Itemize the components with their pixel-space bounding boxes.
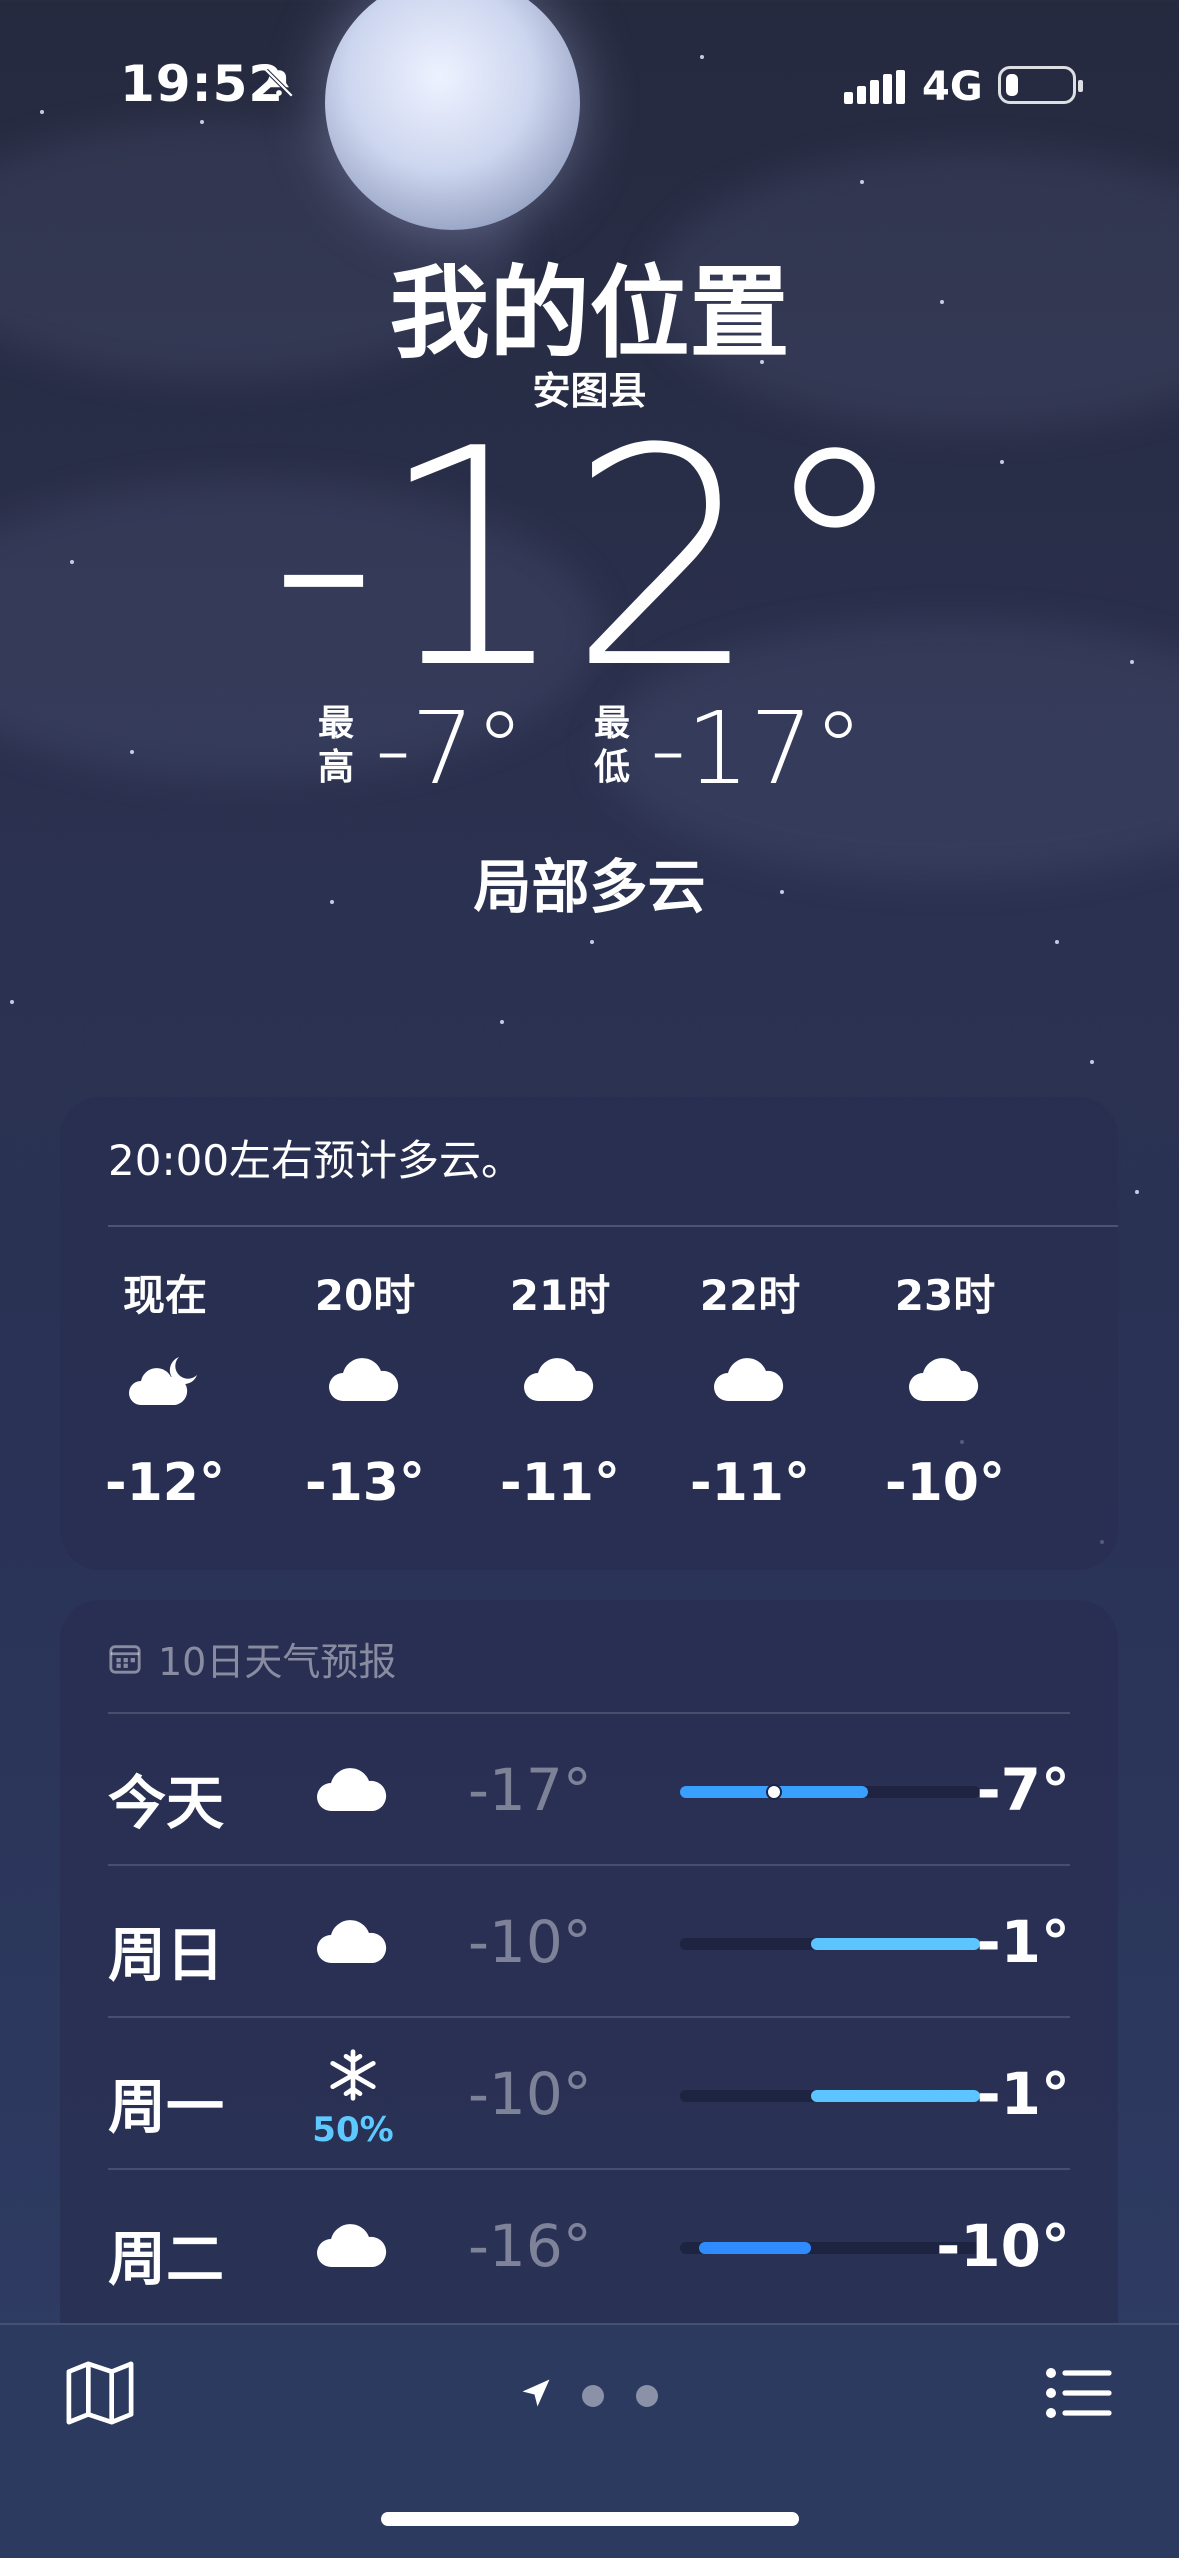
location-title: 我的位置 [389,255,790,372]
low-temp: -10° [468,1908,592,1976]
hourly-forecast-card[interactable]: 20:00左右预计多云。 现在 -12° 20时 -13° 21时 -11° 22时 -11°… [60,1097,1118,1570]
day-label: 今天 [108,1769,225,1837]
calendar-icon [109,1645,141,1674]
hour-temp: -11° [690,1453,810,1513]
low-temp: -17° [468,1756,592,1824]
map-icon[interactable] [65,2361,135,2425]
cloud-icon [870,1353,1020,1413]
hourly-item: 现在 -12° [90,1262,240,1513]
hour-label: 20时 [314,1271,416,1320]
status-time: 19:52 [120,55,285,113]
hourly-item: 23时 -10° [870,1262,1020,1513]
daily-forecast-header: 10日天气预报 [108,1628,396,1688]
high-temp: -7° [976,1756,1070,1824]
status-bar: 19:52 4G [0,0,1179,170]
temp-range-track [680,2090,980,2102]
temp-range-bar [811,1938,980,1950]
cloud-icon [290,1353,440,1413]
hour-label: 21时 [509,1271,611,1320]
low-label: 最低 [594,703,631,788]
high-temp: -1° [976,2060,1070,2128]
page-dot[interactable] [582,2385,604,2407]
hour-temp: -13° [305,1453,425,1513]
cloud-moon-icon [90,1353,240,1413]
list-icon[interactable] [1045,2365,1113,2421]
day-label: 周二 [108,2225,225,2293]
home-indicator [381,2512,799,2526]
high-temp: -1° [976,1908,1070,1976]
silent-bell-icon [264,68,294,98]
cellular-signal-icon [844,70,905,104]
cloud-icon [485,1353,635,1413]
battery-icon [998,66,1083,104]
daily-row[interactable]: 周日 -10° -1° [108,1864,1070,2016]
temp-range-track [680,1938,980,1950]
temp-range-track [680,1784,980,1800]
hour-temp: -10° [885,1453,1005,1513]
daily-row[interactable]: 周二 -16° -10° [108,2168,1070,2320]
cloud-icon [308,1906,398,1976]
cloud-icon [675,1353,825,1413]
precip-chance: 50% [312,2110,394,2150]
day-label: 周一 [108,2073,225,2141]
current-temperature: -12° [269,385,910,734]
hour-label: 23时 [894,1271,996,1320]
daily-forecast-title: 10日天气预报 [158,1639,397,1684]
temp-range-bar [698,2242,812,2254]
hourly-item: 22时 -11° [675,1262,825,1513]
temp-range-track [680,2242,980,2254]
daily-row[interactable]: 周一 50% -10° -1° [108,2016,1070,2168]
low-temp: -16° [468,2212,592,2280]
cloud-icon [308,1754,398,1824]
high-temp: -10° [936,2212,1070,2280]
temp-range-bar [811,2090,980,2102]
cloud-icon [308,2210,398,2280]
snowflake-icon [308,2040,398,2110]
low-temp: -10° [468,2060,592,2128]
high-label: 最高 [318,703,355,788]
network-type: 4G [922,64,983,110]
weather-condition: 局部多云 [473,853,706,921]
hour-label: 现在 [122,1271,207,1320]
hourly-item: 21时 -11° [485,1262,635,1513]
low-temp: -17° [650,690,864,807]
hourly-item: 20时 -13° [290,1262,440,1513]
hourly-summary: 20:00左右预计多云。 [108,1136,524,1185]
current-temp-dot [765,1784,782,1800]
high-temp: -7° [375,690,525,807]
divider [108,1225,1118,1227]
hour-temp: -12° [105,1453,225,1513]
daily-row[interactable]: 今天 -17° -7° [108,1712,1070,1864]
location-arrow-icon[interactable] [518,2375,554,2411]
hour-temp: -11° [500,1453,620,1513]
page-dot[interactable] [636,2385,658,2407]
high-low-temps: 最高 -7° 最低 -17° [0,690,1179,820]
hour-label: 22时 [699,1271,801,1320]
day-label: 周日 [108,1921,225,1989]
